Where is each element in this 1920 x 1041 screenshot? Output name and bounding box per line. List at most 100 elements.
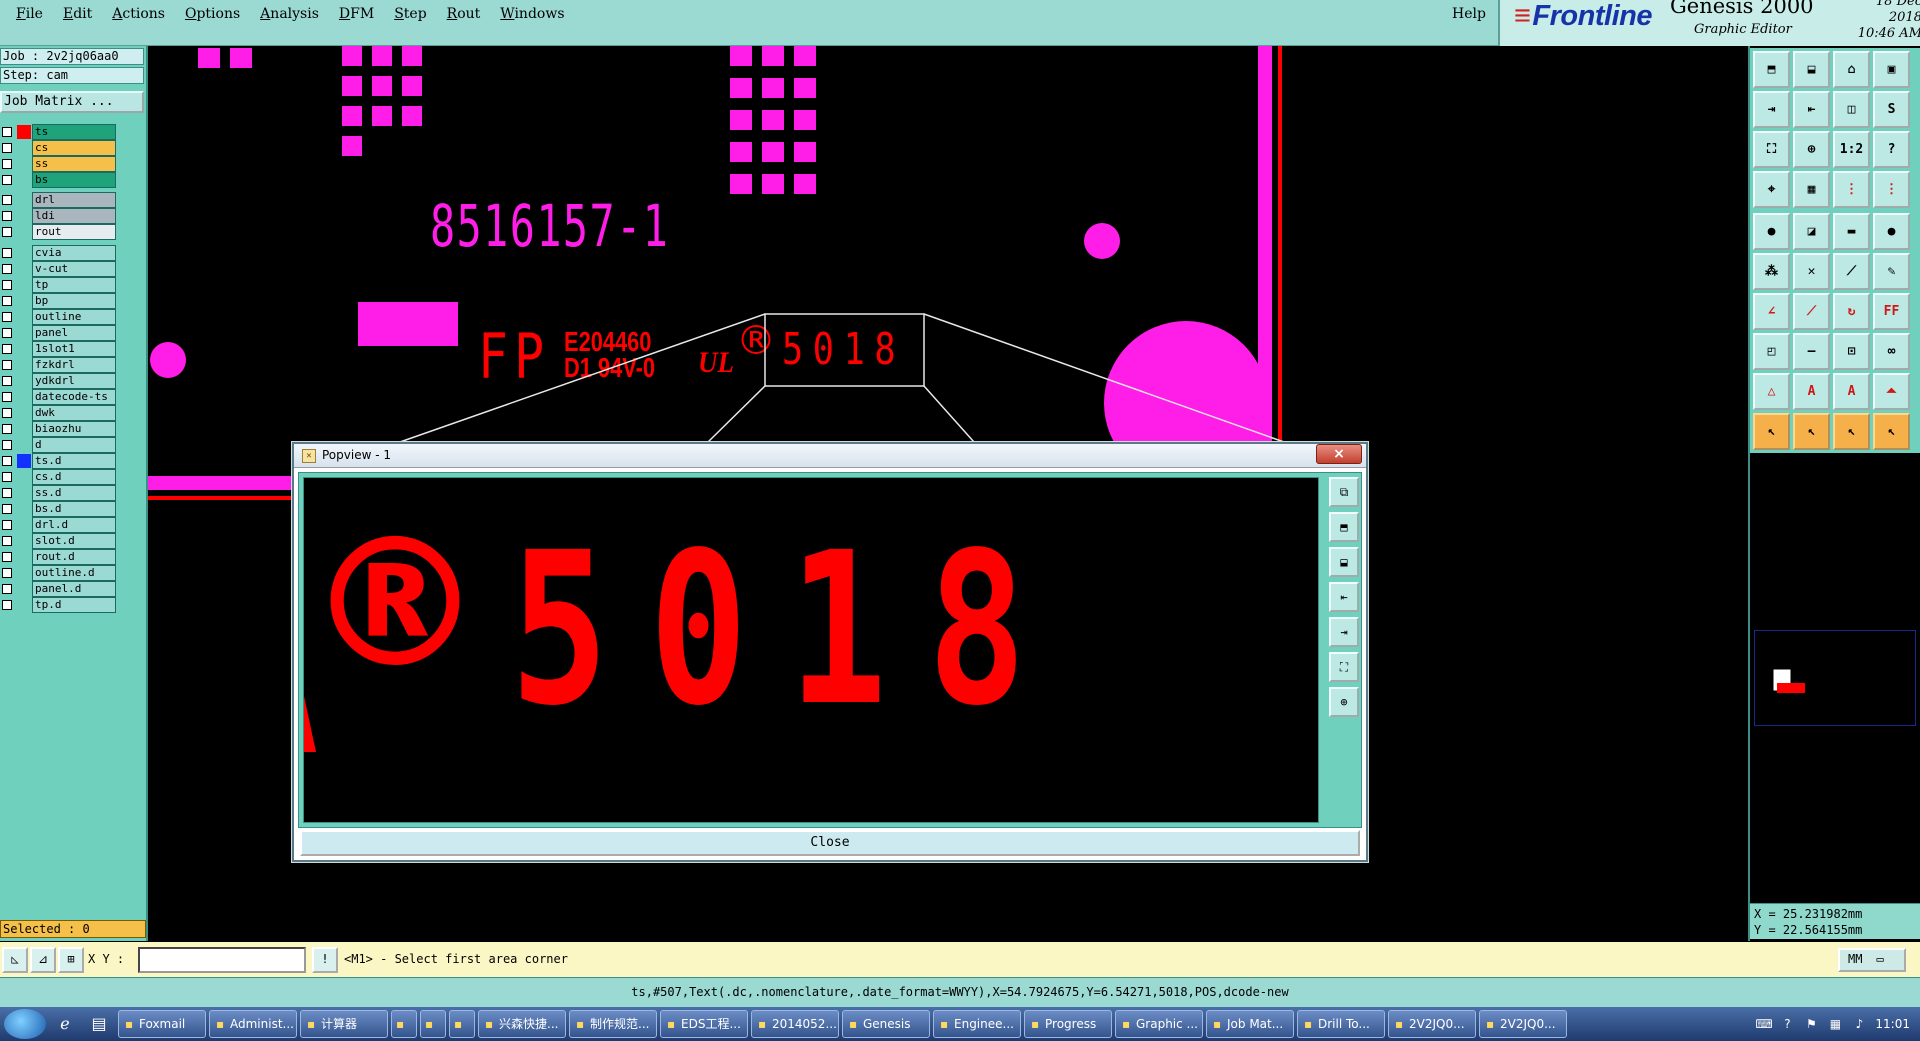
task-button[interactable]: ▪ 2V2JQ0... — [1388, 1010, 1476, 1038]
task-button[interactable]: ▪ 2V2JQ0... — [1479, 1010, 1567, 1038]
explorer-icon[interactable]: ▤ — [84, 1010, 114, 1038]
task-button[interactable]: ▪ Job Mat... — [1206, 1010, 1294, 1038]
task-button[interactable]: ▪ Administ... — [209, 1010, 297, 1038]
pointer-b-icon[interactable]: ↖ — [1793, 413, 1830, 450]
layer-checkbox[interactable] — [2, 360, 12, 370]
layer-color-swatch[interactable] — [17, 193, 31, 207]
snapshot-icon[interactable]: ⬒ — [1753, 51, 1790, 88]
layer-name[interactable]: drl — [32, 192, 116, 208]
layer-checkbox[interactable] — [2, 392, 12, 402]
pen-icon[interactable]: ✎ — [1873, 253, 1910, 290]
layer-row-bs-d[interactable]: bs.d — [0, 501, 118, 517]
layer-row-datecode-ts[interactable]: datecode-ts — [0, 389, 118, 405]
volume-icon[interactable]: ♪ — [1851, 1016, 1867, 1032]
layer-row-ydkdrl[interactable]: ydkdrl — [0, 373, 118, 389]
layer-name[interactable]: d — [32, 437, 116, 453]
slash-icon[interactable]: ⟋ — [1793, 293, 1830, 330]
menu-dfm[interactable]: DFM — [329, 6, 384, 22]
layer-row-slot-d[interactable]: slot.d — [0, 533, 118, 549]
unit-selector[interactable]: MM ▭ — [1838, 948, 1906, 972]
flag-icon[interactable]: ◪ — [1793, 213, 1830, 250]
overview-map[interactable] — [1754, 630, 1916, 726]
layer-color-swatch[interactable] — [17, 246, 31, 260]
layer-color-swatch[interactable] — [17, 374, 31, 388]
help-icon[interactable]: ? — [1873, 131, 1910, 168]
layer-color-swatch[interactable] — [17, 209, 31, 223]
layer-row-cs[interactable]: cs — [0, 140, 118, 156]
layer-color-swatch[interactable] — [17, 582, 31, 596]
window-close-button[interactable]: × — [1316, 444, 1362, 464]
task-button[interactable]: ▪ Progress — [1024, 1010, 1112, 1038]
help-tray-icon[interactable]: ? — [1779, 1016, 1795, 1032]
layer-row-bp[interactable]: bp — [0, 293, 118, 309]
triangle-a-icon[interactable]: A — [1793, 373, 1830, 410]
layer-checkbox[interactable] — [2, 520, 12, 530]
layer-row-ts[interactable]: ts — [0, 124, 118, 140]
layer-color-swatch[interactable] — [17, 422, 31, 436]
layer-checkbox[interactable] — [2, 456, 12, 466]
flag-tray-icon[interactable]: ⚑ — [1803, 1016, 1819, 1032]
task-button[interactable]: ▪ — [420, 1010, 446, 1038]
layer-name[interactable]: panel.d — [32, 581, 116, 597]
zoom-in-icon[interactable]: ⬒ — [1329, 512, 1359, 542]
layer-row-v-cut[interactable]: v-cut — [0, 261, 118, 277]
layer-row-tp[interactable]: tp — [0, 277, 118, 293]
layer-name[interactable]: panel — [32, 325, 116, 341]
layer-name[interactable]: 1slot1 — [32, 341, 116, 357]
zoom-window-icon[interactable]: ⧉ — [1329, 477, 1359, 507]
layer-name[interactable]: outline — [32, 309, 116, 325]
scale-1-2-icon[interactable]: 1:2 — [1833, 131, 1870, 168]
layer-checkbox[interactable] — [2, 424, 12, 434]
layer-name[interactable]: biaozhu — [32, 421, 116, 437]
cross-icon[interactable]: ✕ — [1793, 253, 1830, 290]
arc-icon[interactable]: ↻ — [1833, 293, 1870, 330]
route-icon[interactable]: ⋮ — [1833, 171, 1870, 208]
layer-name[interactable]: rout — [32, 224, 116, 240]
menu-edit[interactable]: Edit — [53, 6, 102, 22]
layer-checkbox[interactable] — [2, 568, 12, 578]
layer-checkbox[interactable] — [2, 328, 12, 338]
layer-name[interactable]: datecode-ts — [32, 389, 116, 405]
menu-analysis[interactable]: Analysis — [250, 6, 329, 22]
layer-checkbox[interactable] — [2, 536, 12, 546]
layer-name[interactable]: ydkdrl — [32, 373, 116, 389]
circle-icon[interactable]: ● — [1873, 213, 1910, 250]
layer-checkbox[interactable] — [2, 312, 12, 322]
layer-checkbox[interactable] — [2, 600, 12, 610]
menu-options[interactable]: Options — [175, 6, 250, 22]
zoom-out-icon[interactable]: ⬓ — [1329, 547, 1359, 577]
layer-name[interactable]: bs — [32, 172, 116, 188]
cmd-grid-icon[interactable]: ⊞ — [58, 947, 84, 973]
cmd-snap-icon[interactable]: ◺ — [2, 947, 28, 973]
layer-color-swatch[interactable] — [17, 225, 31, 239]
layer-color-swatch[interactable] — [17, 550, 31, 564]
angle-icon[interactable]: ∠ — [1753, 293, 1790, 330]
layer-row-dwk[interactable]: dwk — [0, 405, 118, 421]
menu-step[interactable]: Step — [384, 6, 436, 22]
layer-color-swatch[interactable] — [17, 262, 31, 276]
layer-row-outline[interactable]: outline — [0, 309, 118, 325]
layer-checkbox[interactable] — [2, 552, 12, 562]
layer-color-swatch[interactable] — [17, 294, 31, 308]
task-button[interactable]: ▪ Enginee... — [933, 1010, 1021, 1038]
layer-name[interactable]: outline.d — [32, 565, 116, 581]
layer-name[interactable]: v-cut — [32, 261, 116, 277]
line-dot-icon[interactable]: ⟋ — [1833, 253, 1870, 290]
pad-icon[interactable]: ◰ — [1753, 333, 1790, 370]
cmd-angle-icon[interactable]: ⊿ — [30, 947, 56, 973]
layer-name[interactable]: ss — [32, 156, 116, 172]
pan-left-icon[interactable]: ⇤ — [1329, 582, 1359, 612]
task-button[interactable]: ▪ Foxmail — [118, 1010, 206, 1038]
keyboard-icon[interactable]: ⌨ — [1755, 1016, 1772, 1032]
layer-color-swatch[interactable] — [17, 141, 31, 155]
layer-checkbox[interactable] — [2, 504, 12, 514]
layer-name[interactable]: rout.d — [32, 549, 116, 565]
layer-color-swatch[interactable] — [17, 534, 31, 548]
grid-icon[interactable]: ▦ — [1793, 171, 1830, 208]
layer-name[interactable]: cs — [32, 140, 116, 156]
layer-checkbox[interactable] — [2, 227, 12, 237]
menu-rout[interactable]: Rout — [437, 6, 491, 22]
layer-color-swatch[interactable] — [17, 406, 31, 420]
layer-row-rout[interactable]: rout — [0, 224, 118, 240]
layer-row-outline-d[interactable]: outline.d — [0, 565, 118, 581]
